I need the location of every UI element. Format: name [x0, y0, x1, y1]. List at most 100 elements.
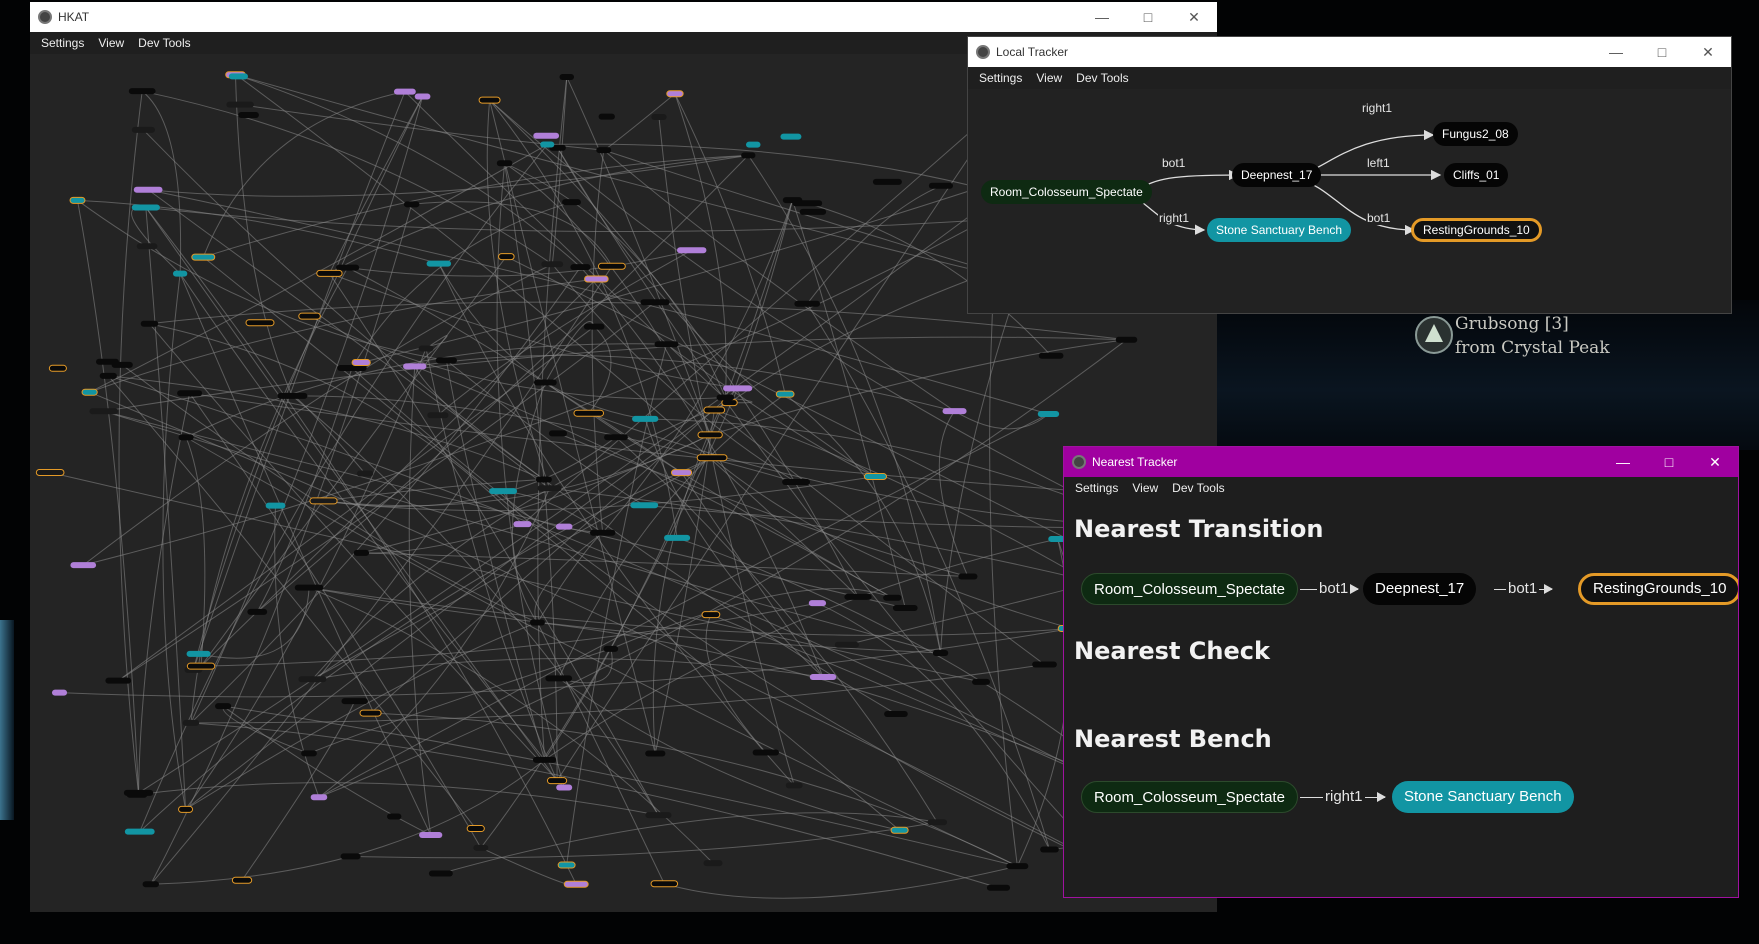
graph-node[interactable]	[466, 825, 485, 833]
graph-node[interactable]	[986, 884, 1011, 891]
graph-node[interactable]	[81, 388, 98, 396]
graph-node[interactable]	[942, 408, 967, 415]
menu-dev-tools[interactable]: Dev Tools	[1165, 481, 1231, 495]
graph-node[interactable]	[651, 114, 667, 121]
node-stone-sanctuary-bench[interactable]: Stone Sanctuary Bench	[1207, 218, 1352, 242]
close-icon[interactable]: ✕	[1685, 37, 1731, 67]
graph-node[interactable]	[131, 126, 156, 133]
graph-node[interactable]	[533, 132, 560, 139]
graph-node[interactable]	[403, 363, 427, 370]
graph-node[interactable]	[645, 750, 666, 757]
graph-node[interactable]	[677, 247, 707, 254]
graph-node[interactable]	[228, 73, 248, 80]
graph-node[interactable]	[892, 605, 918, 612]
graph-node[interactable]	[489, 488, 518, 495]
graph-node[interactable]	[650, 880, 679, 888]
graph-node[interactable]	[598, 113, 615, 120]
graph-node[interactable]	[883, 594, 902, 601]
graph-node[interactable]	[589, 529, 616, 536]
menu-settings[interactable]: Settings	[1068, 481, 1125, 495]
graph-node[interactable]	[419, 831, 443, 838]
graph-node[interactable]	[247, 608, 268, 615]
graph-node[interactable]	[245, 319, 275, 327]
graph-node[interactable]	[696, 454, 728, 462]
graph-node[interactable]	[701, 611, 721, 619]
graph-node[interactable]	[563, 880, 589, 888]
graph-node[interactable]	[142, 881, 159, 888]
close-icon[interactable]: ✕	[1692, 447, 1738, 477]
graph-node[interactable]	[513, 521, 532, 528]
graph-node[interactable]	[414, 93, 431, 100]
graph-node[interactable]	[238, 111, 259, 118]
graph-node[interactable]	[265, 502, 286, 509]
graph-node[interactable]	[584, 275, 609, 283]
menu-view[interactable]: View	[91, 36, 131, 50]
graph-node[interactable]	[298, 676, 327, 683]
graph-node[interactable]	[1115, 336, 1138, 343]
graph-node[interactable]	[782, 479, 811, 486]
graph-node[interactable]	[186, 662, 216, 670]
graph-node[interactable]	[559, 74, 575, 81]
minimize-icon[interactable]: —	[1600, 447, 1646, 477]
hkat-titlebar[interactable]: HKAT — □ ✕	[30, 2, 1217, 32]
graph-node[interactable]	[310, 794, 328, 801]
menu-settings[interactable]: Settings	[972, 71, 1029, 85]
graph-node[interactable]	[182, 719, 200, 726]
graph-node[interactable]	[140, 320, 159, 327]
graph-node[interactable]	[808, 600, 827, 607]
graph-node[interactable]	[298, 312, 321, 320]
graph-node[interactable]	[51, 689, 68, 696]
graph-node[interactable]	[927, 819, 948, 826]
graph-node[interactable]	[191, 253, 216, 261]
graph-node[interactable]	[498, 253, 515, 261]
graph-node[interactable]	[844, 593, 872, 600]
transition-node-resting-grounds[interactable]: RestingGrounds_10	[1578, 573, 1738, 605]
graph-node[interactable]	[562, 199, 581, 206]
graph-node[interactable]	[177, 390, 203, 397]
nearest-tracker-titlebar[interactable]: Nearest Tracker — □ ✕	[1064, 447, 1738, 477]
menu-settings[interactable]: Settings	[34, 36, 91, 50]
graph-node[interactable]	[48, 364, 67, 372]
graph-node[interactable]	[1038, 352, 1064, 359]
graph-node[interactable]	[1006, 863, 1029, 870]
graph-node[interactable]	[1040, 846, 1059, 853]
graph-node[interactable]	[640, 299, 670, 306]
graph-node[interactable]	[128, 88, 156, 95]
graph-node[interactable]	[557, 861, 576, 869]
graph-node[interactable]	[537, 485, 562, 492]
graph-node[interactable]	[545, 675, 573, 682]
graph-node[interactable]	[532, 756, 557, 763]
transition-node-origin[interactable]: Room_Colosseum_Spectate	[1081, 573, 1298, 605]
graph-node[interactable]	[746, 141, 761, 148]
graph-node[interactable]	[427, 412, 449, 419]
graph-node[interactable]	[654, 341, 679, 348]
graph-node[interactable]	[535, 476, 552, 483]
graph-node[interactable]	[478, 96, 501, 104]
graph-node[interactable]	[630, 502, 659, 509]
graph-node[interactable]	[356, 470, 374, 477]
graph-node[interactable]	[556, 784, 573, 791]
local-tracker-titlebar[interactable]: Local Tracker — □ ✕	[968, 37, 1731, 67]
graph-node[interactable]	[645, 812, 672, 819]
graph-node[interactable]	[35, 469, 65, 477]
graph-node[interactable]	[884, 711, 908, 718]
graph-node[interactable]	[418, 345, 434, 352]
graph-node[interactable]	[721, 399, 738, 407]
graph-node[interactable]	[126, 791, 148, 798]
graph-node[interactable]	[785, 782, 803, 789]
graph-node[interactable]	[546, 777, 568, 785]
graph-node[interactable]	[529, 619, 545, 626]
graph-node[interactable]	[178, 805, 194, 813]
graph-node[interactable]	[570, 264, 591, 271]
graph-node[interactable]	[96, 358, 119, 365]
graph-node[interactable]	[105, 677, 132, 684]
graph-node[interactable]	[178, 434, 194, 441]
graph-node[interactable]	[435, 357, 457, 364]
graph-node[interactable]	[1037, 411, 1060, 418]
graph-node[interactable]	[775, 390, 795, 398]
graph-node[interactable]	[666, 90, 684, 98]
graph-node[interactable]	[226, 101, 254, 108]
bench-node-stone-sanctuary[interactable]: Stone Sanctuary Bench	[1392, 781, 1574, 813]
graph-node[interactable]	[70, 562, 97, 569]
graph-node[interactable]	[387, 813, 402, 820]
